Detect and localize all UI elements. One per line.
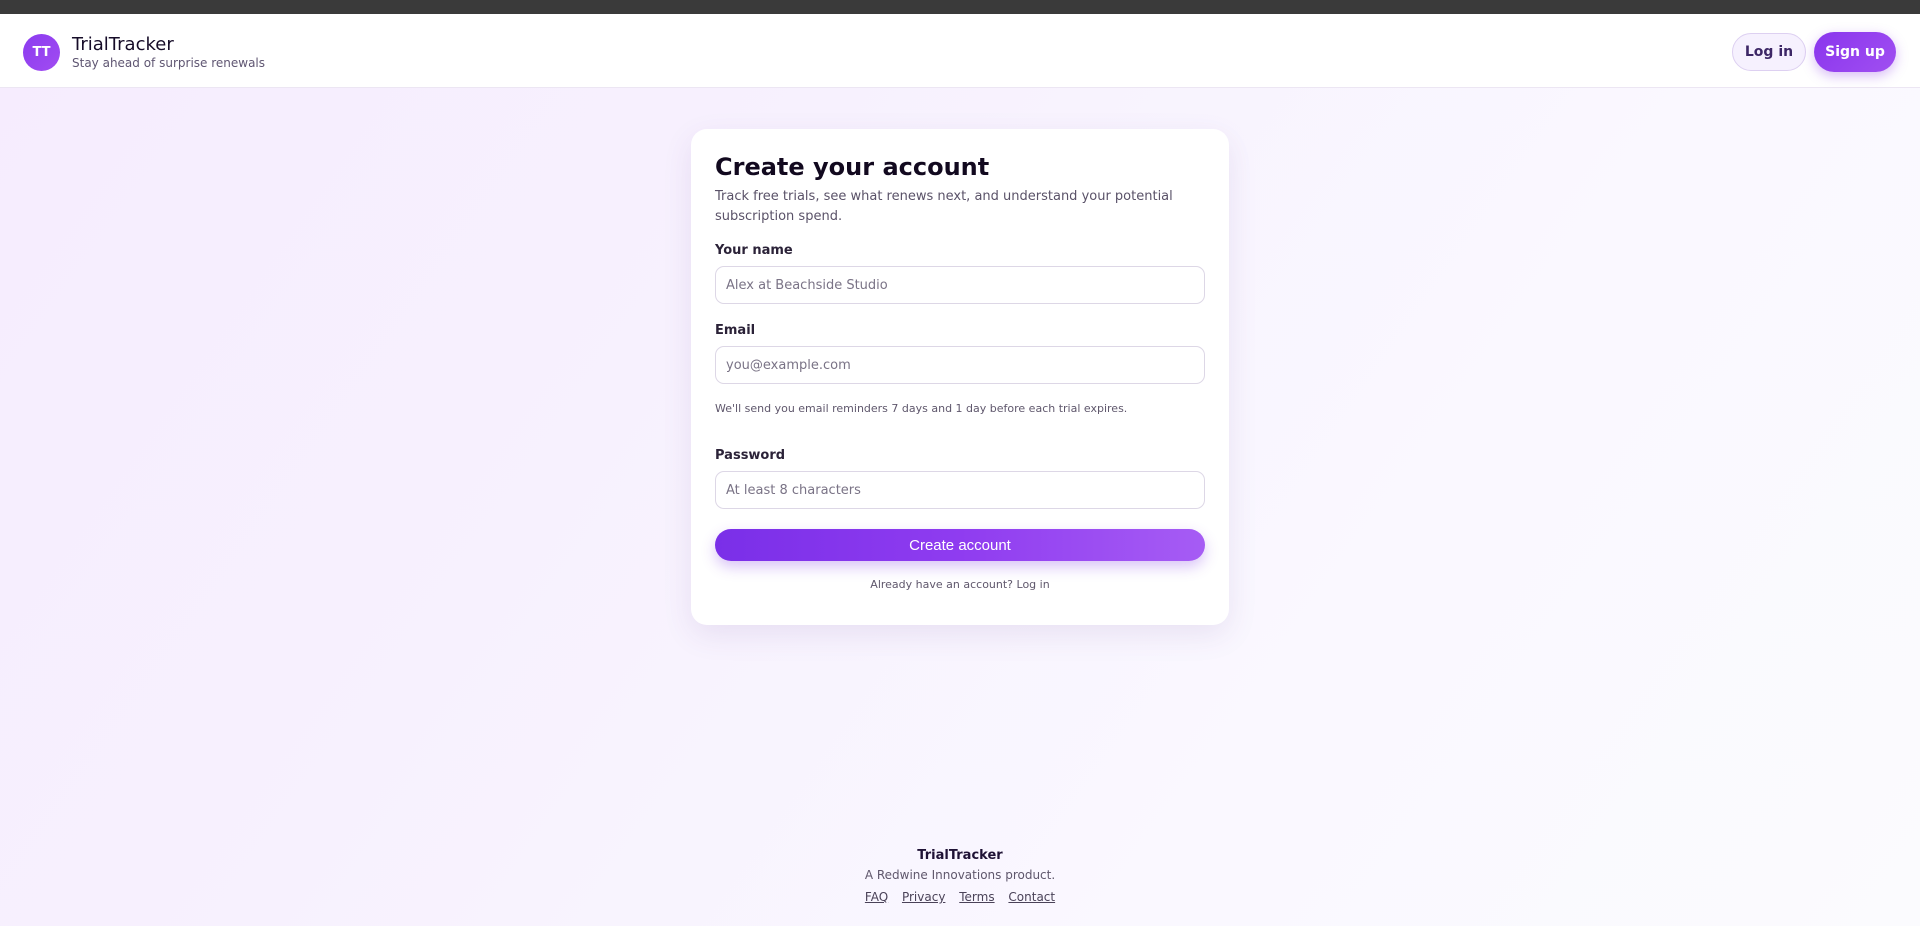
name-field[interactable] — [715, 266, 1205, 304]
footer-links: FAQ Privacy Terms Contact — [0, 890, 1920, 904]
password-field[interactable] — [715, 471, 1205, 509]
already-have-account: Already have an account? Log in — [691, 578, 1229, 591]
brand-name[interactable]: TrialTracker — [72, 34, 174, 55]
site-footer: TrialTracker A Redwine Innovations produ… — [0, 848, 1920, 904]
site-header: TT TrialTracker Stay ahead of surprise r… — [0, 14, 1920, 88]
email-field[interactable] — [715, 346, 1205, 384]
footer-link-terms[interactable]: Terms — [959, 890, 994, 904]
already-text: Already have an account? — [870, 578, 1014, 591]
page-title: Create your account — [715, 153, 990, 181]
password-label: Password — [715, 448, 786, 463]
browser-top-strip — [0, 0, 1920, 14]
brand-tagline: Stay ahead of surprise renewals — [72, 56, 266, 70]
login-link[interactable]: Log in — [1017, 578, 1050, 591]
create-account-button[interactable]: Create account — [715, 529, 1205, 561]
footer-byline: A Redwine Innovations product. — [864, 868, 1056, 882]
email-label: Email — [715, 323, 756, 338]
signup-card: Create your account Track free trials, s… — [691, 129, 1229, 625]
name-label: Your name — [715, 243, 793, 258]
footer-link-faq[interactable]: FAQ — [865, 890, 888, 904]
email-hint: We'll send you email reminders 7 days an… — [715, 402, 1128, 415]
header-signup-button[interactable]: Sign up — [1814, 32, 1896, 72]
logo-avatar[interactable]: TT — [23, 34, 60, 71]
page-subtitle: Track free trials, see what renews next,… — [715, 189, 1173, 224]
footer-link-privacy[interactable]: Privacy — [902, 890, 945, 904]
footer-link-contact[interactable]: Contact — [1008, 890, 1055, 904]
header-login-button[interactable]: Log in — [1732, 33, 1806, 71]
footer-brand: TrialTracker — [917, 848, 1003, 863]
